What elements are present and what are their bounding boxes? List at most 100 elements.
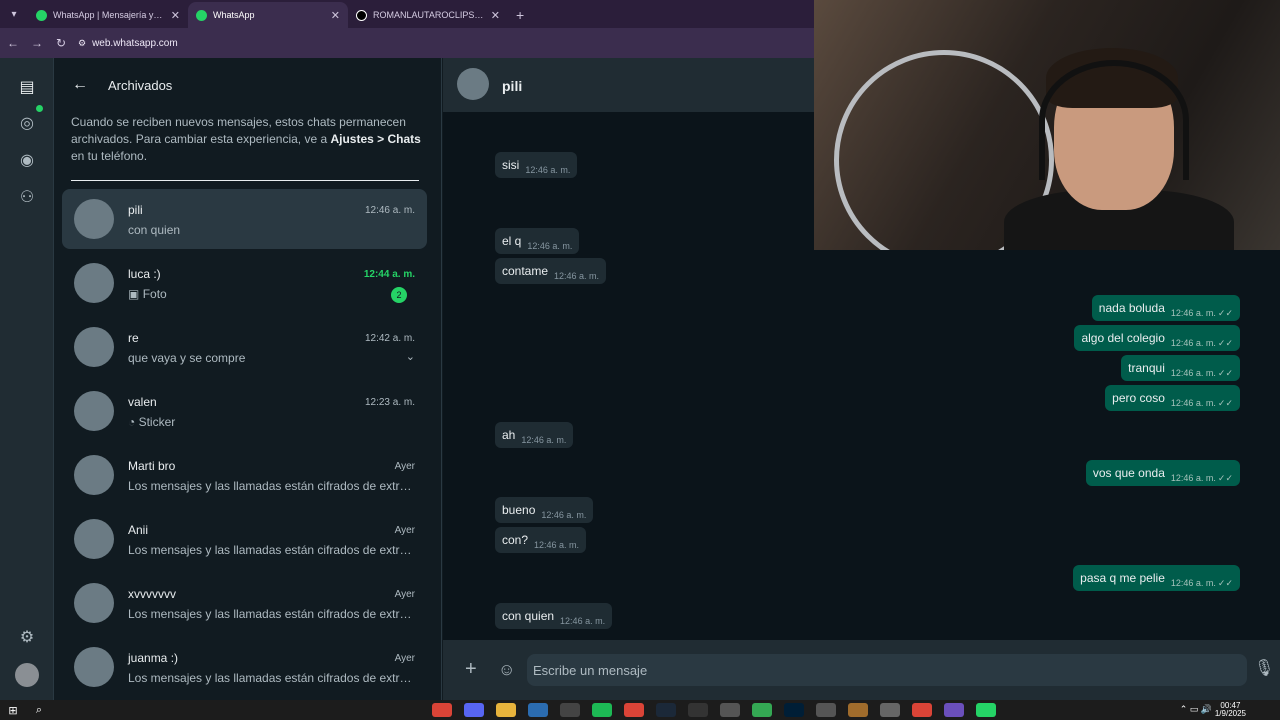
divider [71, 180, 419, 181]
file-explorer-icon[interactable] [496, 703, 516, 717]
app-icon[interactable] [848, 703, 868, 717]
whatsapp-favicon-icon [36, 9, 47, 21]
tiktok-favicon-icon [356, 9, 367, 21]
chat-item-pili[interactable]: pili 12:46 a. m. con quien [62, 189, 427, 249]
avatar [74, 327, 114, 367]
close-tab-icon[interactable]: ✕ [171, 9, 180, 22]
message-incoming[interactable]: con quien 12:46 a. m. [495, 603, 613, 629]
archived-header: ← Archivados [54, 58, 441, 112]
message-outgoing[interactable]: vos que onda 12:46 a. m. ✓✓ [1085, 460, 1240, 486]
chat-item-luca[interactable]: luca :) 12:44 a. m. ▣ Foto 2 [62, 253, 427, 313]
spotify-icon[interactable] [592, 703, 612, 717]
forward-arrow-icon[interactable]: → [30, 36, 44, 50]
tab-search-icon[interactable]: ▾ [0, 0, 28, 28]
avatar [74, 263, 114, 303]
whatsapp-favicon-icon [196, 9, 207, 21]
whatsapp-icon[interactable] [976, 703, 996, 717]
capcut-icon[interactable] [720, 703, 740, 717]
profile-avatar[interactable] [15, 663, 39, 687]
settings-gear-icon[interactable] [880, 703, 900, 717]
message-incoming[interactable]: contame 12:46 a. m. [495, 258, 607, 284]
obs-icon[interactable] [688, 703, 708, 717]
message-outgoing[interactable]: pasa q me pelie 12:46 a. m. ✓✓ [1073, 565, 1240, 591]
channels-icon[interactable]: ◉ [16, 149, 38, 171]
avatar [74, 519, 114, 559]
avatar [74, 199, 114, 239]
headphones [1039, 60, 1189, 180]
drive-icon[interactable] [752, 703, 772, 717]
chat-item-re[interactable]: re 12:42 a. m. que vaya y se compre ⌄ [62, 317, 427, 377]
message-outgoing[interactable]: tranqui 12:46 a. m. ✓✓ [1121, 355, 1240, 381]
close-tab-icon[interactable]: ✕ [491, 9, 500, 22]
message-outgoing[interactable]: pero coso 12:46 a. m. ✓✓ [1105, 385, 1240, 411]
message-incoming[interactable]: sisi 12:46 a. m. [495, 152, 578, 178]
browser-tab-whatsapp-home[interactable]: WhatsApp | Mensajería y llamadas ✕ [28, 2, 188, 28]
chat-item-marti-bro[interactable]: Marti bro Ayer Los mensajes y las llamad… [62, 445, 427, 505]
double-check-icon: ✓✓ [1217, 308, 1233, 318]
message-outgoing[interactable]: algo del colegio 12:46 a. m. ✓✓ [1074, 325, 1240, 351]
new-tab-icon[interactable]: + [508, 2, 532, 28]
photoshop-icon[interactable] [784, 703, 804, 717]
message-incoming[interactable]: con? 12:46 a. m. [495, 527, 587, 553]
avatar [74, 455, 114, 495]
chat-item-anii[interactable]: Anii Ayer Los mensajes y las llamadas es… [62, 509, 427, 569]
contact-avatar[interactable] [457, 68, 489, 100]
message-outgoing[interactable]: nada boluda 12:46 a. m. ✓✓ [1091, 295, 1240, 321]
status-unread-dot [36, 105, 43, 112]
microphone-icon[interactable]: 🎙 [1254, 658, 1274, 678]
back-arrow-icon[interactable]: ← [72, 76, 88, 94]
browser-tab-strip: ▾ WhatsApp | Mensajería y llamadas ✕ Wha… [0, 0, 814, 28]
message-incoming[interactable]: el q 12:46 a. m. [495, 228, 580, 254]
browser-tab-tiktok[interactable]: ROMANLAUTAROCLIPS3 (@roman ✕ [348, 2, 508, 28]
windows-taskbar: ⊞ ⌕ ⌃ ▭ 🔊 00:47 1/9/2025 [0, 700, 1280, 720]
search-icon[interactable]: ⌕ [26, 700, 52, 720]
archived-title: Archivados [108, 78, 173, 93]
sticker-emoji-icon[interactable]: ☺ [498, 660, 515, 680]
chrome-icon[interactable] [624, 703, 644, 717]
address-bar: ← → ↻ ⚙ web.whatsapp.com [0, 28, 814, 58]
url-field[interactable]: ⚙ web.whatsapp.com [78, 38, 178, 49]
chevron-down-icon[interactable]: ⌄ [406, 350, 415, 363]
close-tab-icon[interactable]: ✕ [331, 9, 340, 22]
avatar [74, 391, 114, 431]
steam-icon[interactable] [656, 703, 676, 717]
navigation-rail: ▤ ◎ ◉ ⚇ ⚙ [0, 58, 54, 700]
chat-item-valen[interactable]: valen 12:23 a. m. ◔ Sticker [62, 381, 427, 441]
app-icon[interactable] [944, 703, 964, 717]
message-incoming[interactable]: bueno 12:46 a. m. [495, 497, 594, 523]
discord-icon[interactable] [464, 703, 484, 717]
double-check-icon: ✓✓ [1217, 368, 1233, 378]
back-arrow-icon[interactable]: ← [6, 36, 20, 50]
double-check-icon: ✓✓ [1217, 578, 1233, 588]
message-input[interactable] [527, 654, 1247, 686]
settings-gear-icon[interactable]: ⚙ [16, 626, 38, 648]
double-check-icon: ✓✓ [1217, 473, 1233, 483]
attach-plus-icon[interactable]: + [465, 658, 477, 681]
sticker-icon: ◔ [128, 415, 136, 429]
webcam-overlay [814, 0, 1280, 250]
taskbar-clock[interactable]: 00:47 1/9/2025 [1215, 702, 1246, 718]
message-composer: + ☺ 🎙 [443, 640, 1280, 700]
system-tray-icons[interactable]: ⌃ ▭ 🔊 [1180, 704, 1212, 715]
app-icon[interactable] [816, 703, 836, 717]
browser-tab-whatsapp[interactable]: WhatsApp ✕ [188, 2, 348, 28]
site-info-icon[interactable]: ⚙ [78, 38, 86, 49]
archived-info-text: Cuando se reciben nuevos mensajes, estos… [71, 115, 421, 163]
edge-icon[interactable] [528, 703, 548, 717]
archived-sidebar: ← Archivados Cuando se reciben nuevos me… [54, 58, 442, 700]
chrome-icon[interactable] [912, 703, 932, 717]
reload-icon[interactable]: ↻ [54, 36, 68, 50]
app-icon[interactable] [560, 703, 580, 717]
chats-icon[interactable]: ▤ [16, 76, 38, 98]
contact-name[interactable]: pili [502, 78, 522, 94]
communities-icon[interactable]: ⚇ [16, 186, 38, 208]
double-check-icon: ✓✓ [1217, 338, 1233, 348]
group-avatar-icon [74, 583, 114, 623]
message-incoming[interactable]: ah 12:46 a. m. [495, 422, 574, 448]
photo-icon: ▣ [128, 287, 140, 301]
chat-item-xvvvvvvv[interactable]: xvvvvvvv Ayer Los mensajes y las llamada… [62, 573, 427, 633]
chat-item-juanma[interactable]: juanma :) Ayer Los mensajes y las llamad… [62, 637, 427, 697]
chrome-icon[interactable] [432, 703, 452, 717]
status-icon[interactable]: ◎ [16, 112, 38, 134]
windows-start-icon[interactable]: ⊞ [0, 700, 26, 720]
